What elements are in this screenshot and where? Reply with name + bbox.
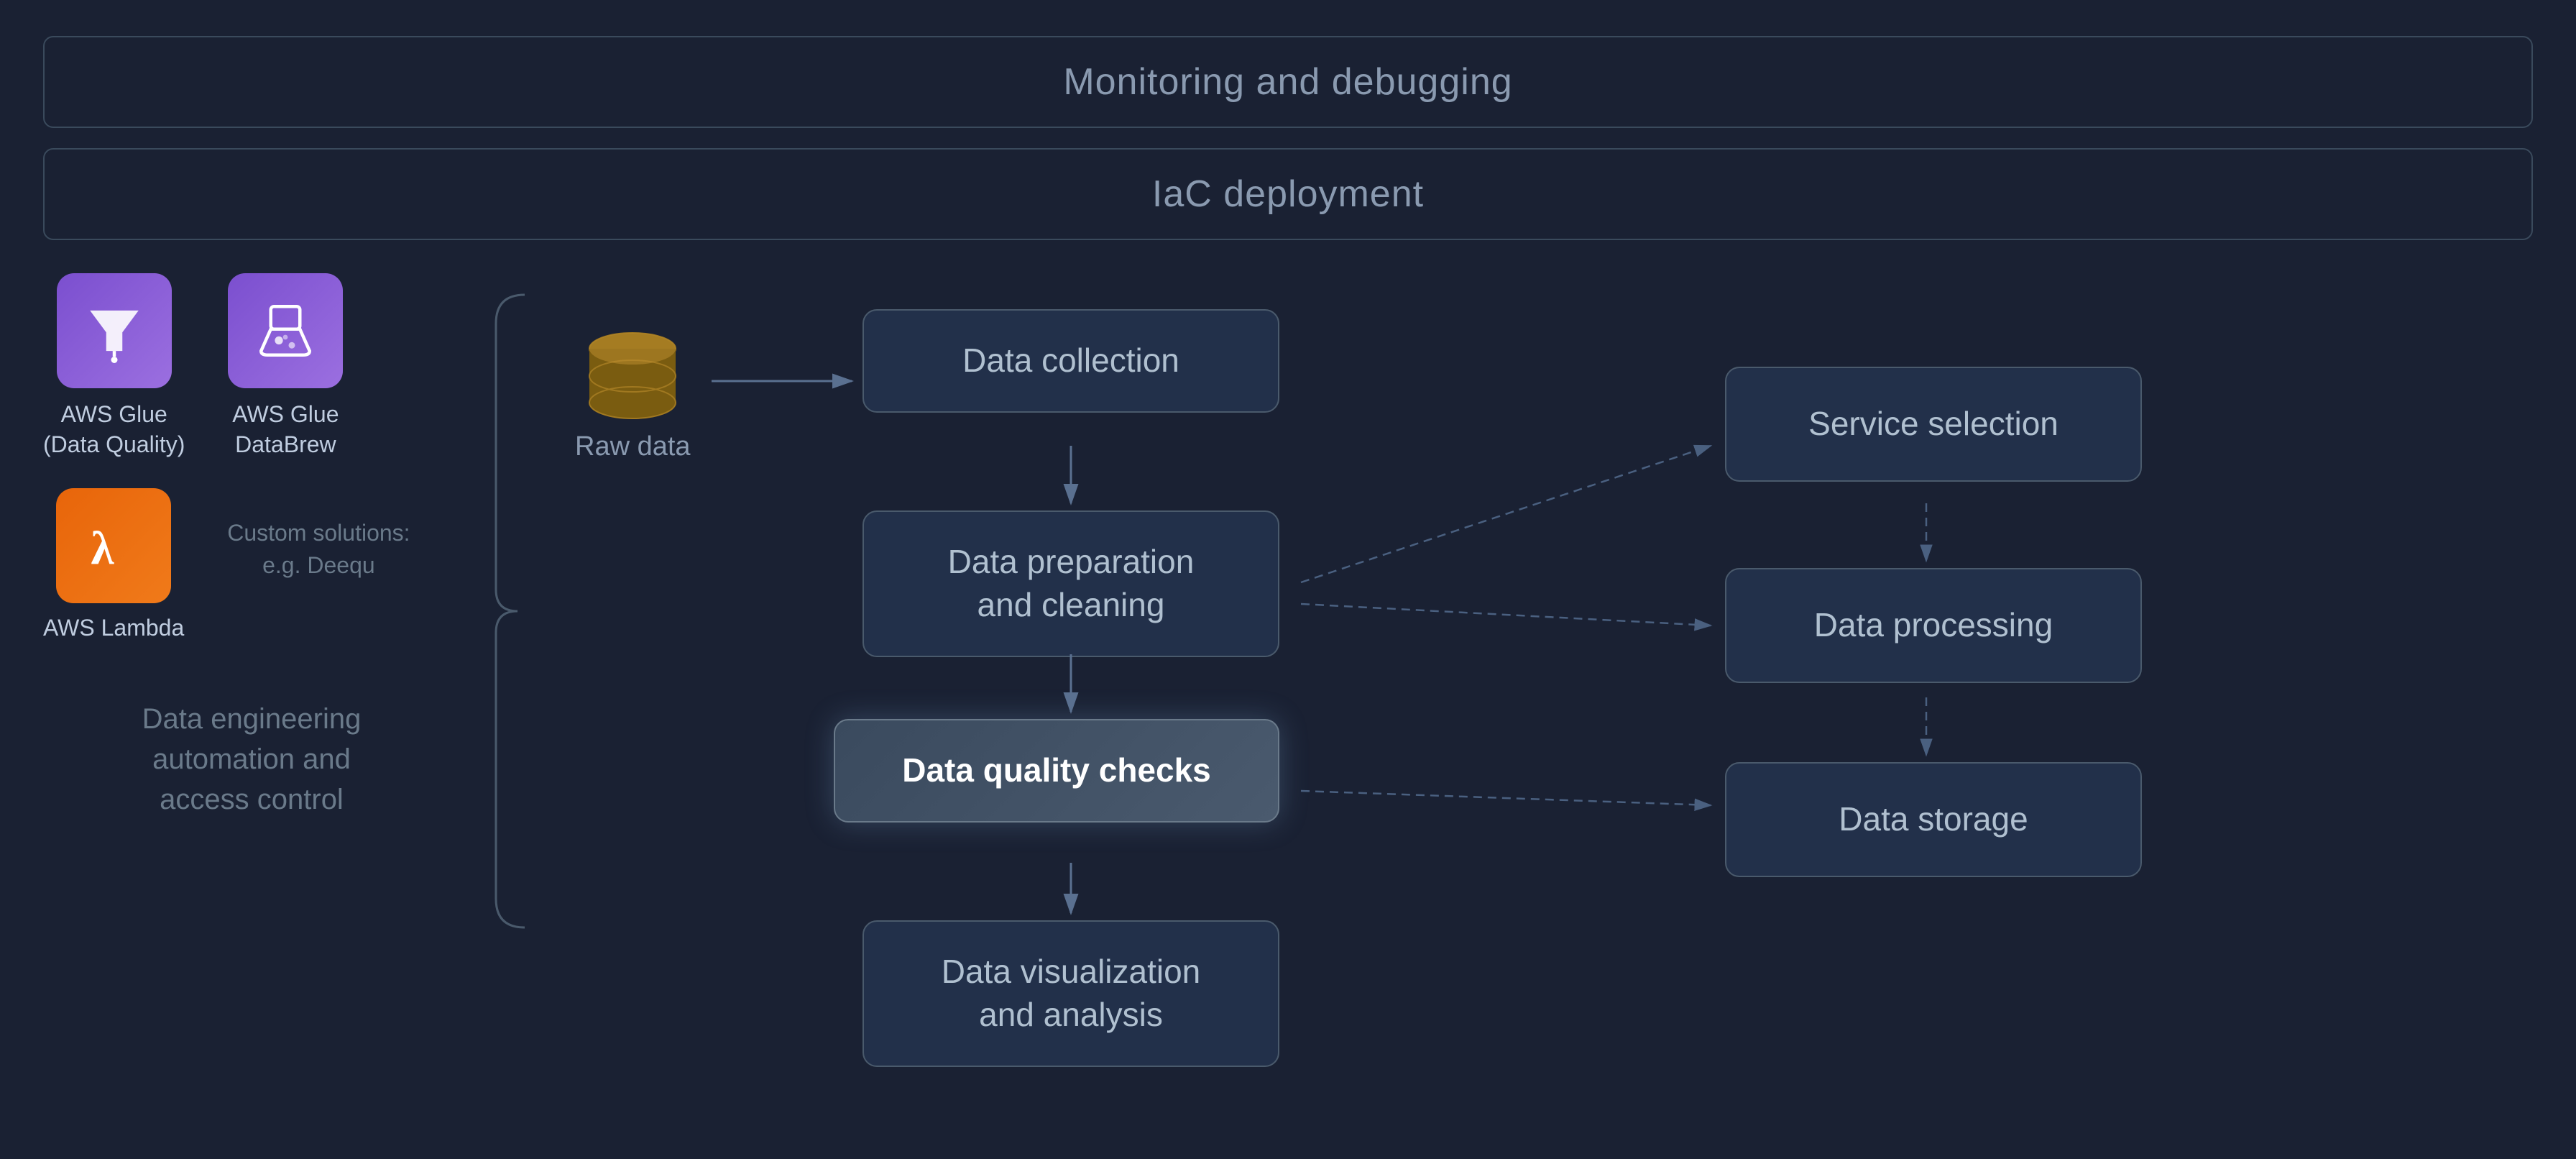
glue-quality-icon: [57, 273, 172, 388]
lambda-label: AWS Lambda: [43, 615, 184, 641]
iac-banner: IaC deployment: [43, 148, 2533, 240]
data-visualization-box: Data visualizationand analysis: [862, 920, 1279, 1067]
service-item-lambda: λ AWS Lambda: [43, 488, 184, 641]
lambda-icon: λ: [56, 488, 171, 603]
glue-databrew-icon: [228, 273, 343, 388]
service-item-custom: Custom solutions:e.g. Deequ: [227, 488, 410, 582]
glue-databrew-label: AWS GlueDataBrew: [232, 400, 339, 459]
data-quality-box: Data quality checks: [834, 719, 1279, 823]
data-visualization-label: Data visualizationand analysis: [942, 953, 1201, 1033]
automation-label: Data engineeringautomation andaccess con…: [43, 699, 460, 820]
data-preparation-label: Data preparationand cleaning: [948, 543, 1195, 623]
data-storage-box: Data storage: [1725, 762, 2142, 877]
data-collection-box: Data collection: [862, 309, 1279, 413]
raw-data-label: Raw data: [575, 431, 691, 462]
monitoring-banner: Monitoring and debugging: [43, 36, 2533, 128]
data-quality-label: Data quality checks: [902, 751, 1211, 789]
data-processing-box: Data processing: [1725, 568, 2142, 683]
data-collection-label: Data collection: [962, 342, 1179, 379]
service-selection-box: Service selection: [1725, 367, 2142, 482]
data-processing-label: Data processing: [1814, 606, 2053, 643]
service-item-glue-quality: AWS Glue(Data Quality): [43, 273, 185, 459]
custom-label: Custom solutions:e.g. Deequ: [227, 517, 410, 582]
raw-data-icon: [575, 324, 690, 424]
iac-label: IaC deployment: [1152, 173, 1424, 215]
monitoring-label: Monitoring and debugging: [1063, 61, 1512, 103]
service-item-glue-databrew: AWS GlueDataBrew: [228, 273, 343, 459]
data-storage-label: Data storage: [1839, 800, 2028, 838]
data-preparation-box: Data preparationand cleaning: [862, 510, 1279, 657]
service-selection-label: Service selection: [1808, 405, 2058, 442]
svg-text:λ: λ: [91, 523, 115, 574]
glue-quality-label: AWS Glue(Data Quality): [43, 400, 185, 459]
